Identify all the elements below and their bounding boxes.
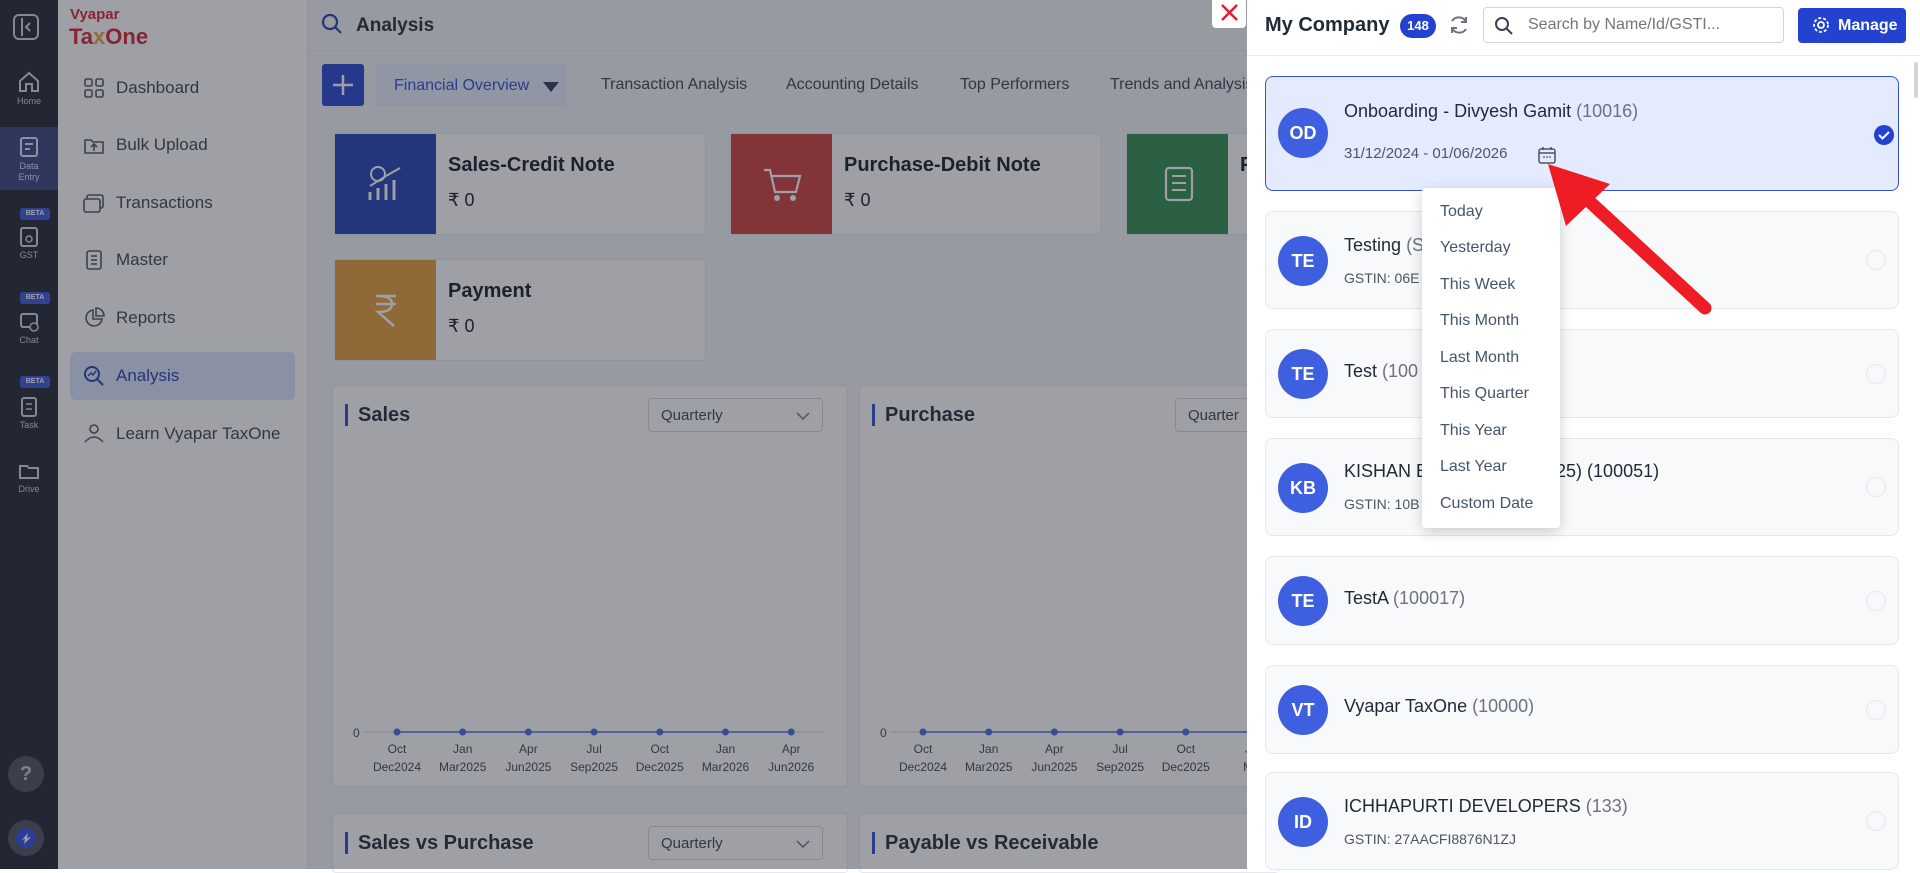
company-card-testa[interactable]: TE TestA (100017) (1265, 556, 1899, 645)
name-text: TestA (1344, 588, 1389, 608)
avatar: TE (1278, 576, 1328, 626)
date-range: 31/12/2024 - 01/06/2026 (1344, 145, 1508, 162)
menu-item-custom-date[interactable]: Custom Date (1422, 486, 1560, 522)
close-button[interactable] (1212, 0, 1246, 28)
company-id: (10016) (1576, 101, 1639, 121)
company-name: Test (100 (1344, 361, 1418, 382)
company-name: Vyapar TaxOne (10000) (1344, 696, 1534, 717)
name-text: Test (1344, 361, 1378, 381)
manage-button[interactable]: Manage (1798, 8, 1906, 43)
search-input[interactable] (1528, 14, 1778, 36)
avatar: VT (1278, 685, 1328, 735)
gear-icon (1813, 17, 1829, 33)
company-name: TestA (100017) (1344, 588, 1465, 609)
company-id: (10000) (1472, 696, 1535, 716)
company-search (1483, 7, 1784, 43)
company-id: (133) (1585, 796, 1628, 816)
scrollbar-thumb[interactable] (1914, 62, 1918, 98)
menu-item-this-quarter[interactable]: This Quarter (1422, 376, 1560, 412)
select-radio[interactable] (1866, 250, 1886, 270)
company-card-kishan[interactable]: KB KISHAN B Apr-25) (100051) GSTIN: 10B (1265, 438, 1899, 536)
annotation-arrow (1548, 164, 1712, 315)
company-card-ichhapurti[interactable]: ID ICHHAPURTI DEVELOPERS (133) GSTIN: 27… (1265, 772, 1899, 870)
select-radio[interactable] (1866, 364, 1886, 384)
company-name: Onboarding - Divyesh Gamit (10016) (1344, 101, 1638, 122)
name-text: ICHHAPURTI DEVELOPERS (1344, 796, 1581, 816)
drawer-title: My Company (1265, 14, 1390, 36)
company-drawer: My Company 148 Manage OD Onboarding - Di… (1247, 0, 1920, 870)
avatar: TE (1278, 349, 1328, 399)
company-gstin: GSTIN: 10B (1344, 496, 1420, 512)
name-text: Vyapar TaxOne (1344, 696, 1468, 716)
company-card-vyapar-taxone[interactable]: VT Vyapar TaxOne (10000) (1265, 665, 1899, 754)
close-icon (1221, 4, 1238, 21)
company-card-test[interactable]: TE Test (100 (1265, 329, 1899, 418)
company-id: (100017) (1393, 588, 1466, 608)
company-gstin: GSTIN: 27AACFI8876N1ZJ (1344, 831, 1516, 847)
name-text: Testing (1344, 235, 1402, 255)
name-text: Onboarding - Divyesh Gamit (1344, 101, 1572, 121)
checked-icon[interactable] (1873, 124, 1895, 146)
menu-item-last-month[interactable]: Last Month (1422, 340, 1560, 376)
avatar: TE (1278, 236, 1328, 286)
drawer-divider (1247, 55, 1920, 56)
select-radio[interactable] (1866, 591, 1886, 611)
company-gstin: GSTIN: 06E (1344, 270, 1420, 286)
company-name: Testing (S (1344, 235, 1424, 256)
avatar: OD (1278, 108, 1328, 158)
company-id: (100 (1382, 361, 1419, 381)
menu-item-this-year[interactable]: This Year (1422, 413, 1560, 449)
select-radio[interactable] (1866, 811, 1886, 831)
company-count-badge: 148 (1400, 14, 1436, 38)
search-icon (1495, 17, 1513, 35)
company-name: ICHHAPURTI DEVELOPERS (133) (1344, 796, 1628, 817)
modal-overlay[interactable] (0, 0, 1247, 869)
select-radio[interactable] (1866, 700, 1886, 720)
refresh-icon[interactable] (1447, 13, 1471, 42)
manage-label: Manage (1838, 17, 1898, 34)
menu-item-last-year[interactable]: Last Year (1422, 449, 1560, 485)
avatar: KB (1278, 463, 1328, 513)
select-radio[interactable] (1866, 477, 1886, 497)
name-text: KISHAN B (1344, 461, 1429, 481)
avatar: ID (1278, 797, 1328, 847)
